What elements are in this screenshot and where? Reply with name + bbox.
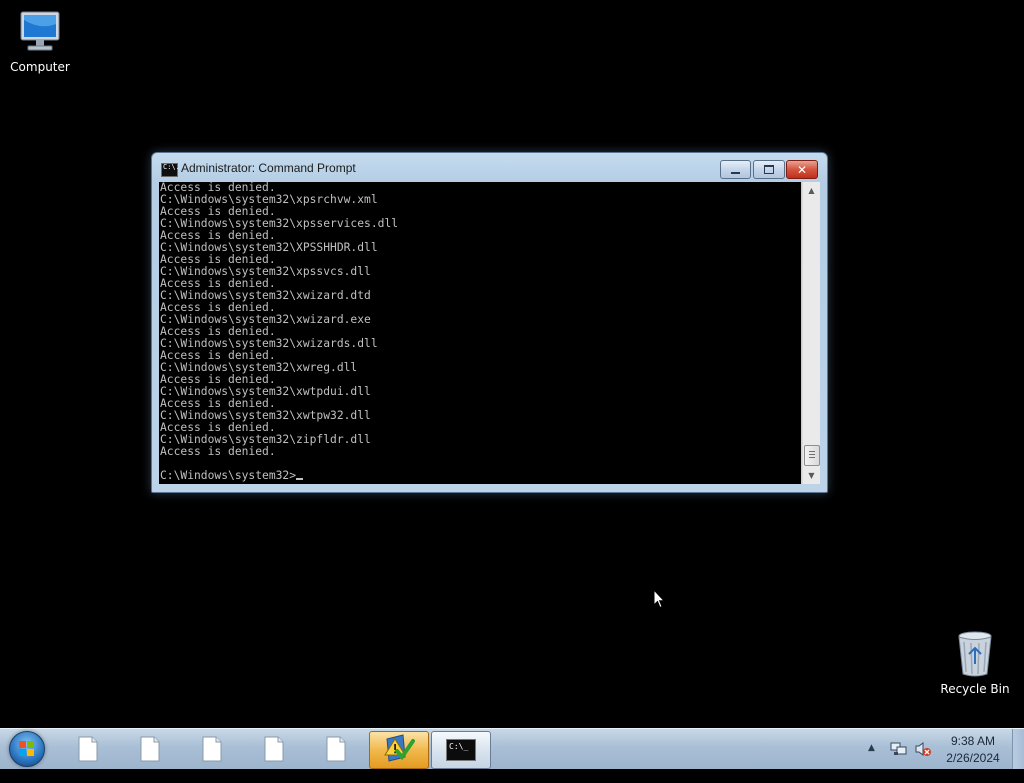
system-clock[interactable]: 9:38 AM 2/26/2024 bbox=[938, 733, 1008, 767]
restore-button[interactable] bbox=[753, 160, 785, 179]
taskbar-item-document-1[interactable] bbox=[59, 731, 117, 767]
desktop-icon-label: Computer bbox=[10, 60, 70, 74]
taskbar-item-document-3[interactable] bbox=[183, 731, 241, 767]
close-icon: ✕ bbox=[796, 162, 808, 177]
computer-icon bbox=[16, 8, 64, 56]
restore-icon bbox=[764, 165, 774, 174]
cmd-icon-text: C:\_ bbox=[449, 742, 469, 751]
scroll-down-arrow-icon[interactable]: ▼ bbox=[803, 467, 820, 484]
taskbar-item-action-center[interactable] bbox=[369, 731, 429, 769]
console-output[interactable]: Access is denied. C:\Windows\system32\xp… bbox=[159, 182, 801, 484]
desktop-icon-label: Recycle Bin bbox=[940, 682, 1010, 696]
console-icon-text: C:\. bbox=[163, 163, 180, 171]
console-window-icon[interactable]: C:\. bbox=[161, 163, 180, 177]
console-line: Access is denied. bbox=[160, 445, 276, 458]
minimize-icon bbox=[731, 171, 740, 174]
taskbar-item-command-prompt[interactable]: C:\_ bbox=[431, 731, 491, 769]
document-icon bbox=[201, 736, 223, 762]
command-prompt-window[interactable]: C:\. Administrator: Command Prompt ✕ Acc… bbox=[151, 152, 828, 493]
vertical-scrollbar[interactable]: ▲ ▼ bbox=[802, 182, 820, 484]
document-icon bbox=[325, 736, 347, 762]
window-title: Administrator: Command Prompt bbox=[181, 161, 356, 175]
mouse-cursor-icon bbox=[653, 588, 666, 613]
document-icon bbox=[139, 736, 161, 762]
show-desktop-button[interactable] bbox=[1012, 729, 1024, 769]
clock-date: 2/26/2024 bbox=[946, 751, 1000, 765]
recycle-bin-icon bbox=[951, 630, 999, 678]
taskbar-item-document-2[interactable] bbox=[121, 731, 179, 767]
close-button[interactable]: ✕ bbox=[786, 160, 818, 179]
taskbar-item-document-4[interactable] bbox=[245, 731, 303, 767]
minimize-button[interactable] bbox=[720, 160, 751, 179]
document-icon bbox=[77, 736, 99, 762]
console-line: C:\Windows\system32> bbox=[160, 469, 297, 482]
text-caret bbox=[296, 478, 304, 480]
show-hidden-icons-chevron-icon[interactable]: ▲ bbox=[868, 743, 875, 783]
window-titlebar[interactable]: C:\. Administrator: Command Prompt ✕ bbox=[152, 153, 827, 183]
document-icon bbox=[263, 736, 285, 762]
clock-time: 9:38 AM bbox=[950, 734, 996, 748]
taskbar-item-document-5[interactable] bbox=[307, 731, 365, 767]
desktop-icon-recycle-bin[interactable]: Recycle Bin bbox=[935, 630, 1015, 696]
desktop-icon-computer[interactable]: Computer bbox=[0, 8, 80, 74]
taskbar: C:\_ ▲ 9:38 AM 2/26/2024 bbox=[0, 728, 1024, 769]
network-icon[interactable] bbox=[890, 740, 908, 780]
warning-checkmark-icon bbox=[383, 733, 415, 767]
volume-muted-icon[interactable] bbox=[914, 740, 932, 780]
command-prompt-icon: C:\_ bbox=[446, 739, 476, 761]
scroll-up-arrow-icon[interactable]: ▲ bbox=[803, 182, 820, 199]
scrollbar-thumb[interactable] bbox=[804, 445, 820, 466]
start-button[interactable] bbox=[6, 730, 48, 768]
console-text: Access is denied. C:\Windows\system32\xp… bbox=[159, 182, 398, 482]
windows-logo-icon bbox=[9, 731, 45, 767]
